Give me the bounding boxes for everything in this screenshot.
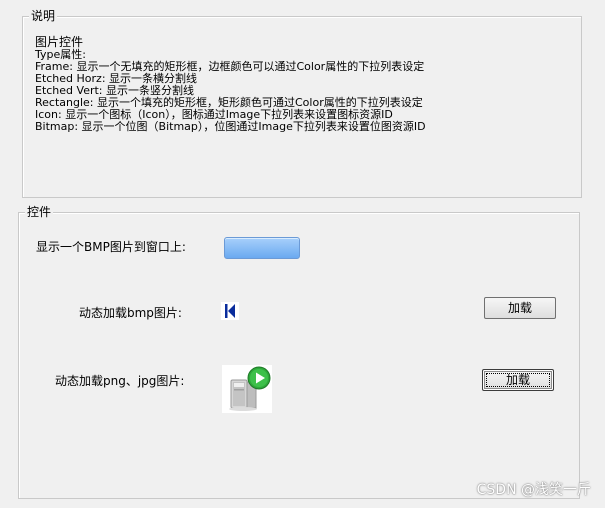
focus-indicator	[486, 373, 550, 387]
bitmap-picture	[224, 237, 300, 259]
dynamic-png-label: 动态加载png、jpg图片:	[55, 374, 185, 388]
skip-back-icon	[221, 302, 239, 320]
load-png-button[interactable]: 加载	[482, 369, 554, 391]
description-group-title: 说明	[29, 8, 58, 24]
csdn-watermark: CSDN @浅笑一斤	[476, 482, 591, 498]
bmp-display-label: 显示一个BMP图片到窗口上:	[36, 240, 186, 254]
control-group-title: 控件	[25, 204, 54, 220]
dynamic-bmp-label: 动态加载bmp图片:	[79, 306, 182, 320]
description-line: Bitmap: 显示一个位图（Bitmap），位图通过Image下拉列表来设置位…	[35, 120, 426, 133]
description-groupbox: 说明 图片控件 Type属性: Frame: 显示一个无填充的矩形框，边框颜色可…	[22, 8, 582, 198]
description-text: 图片控件 Type属性: Frame: 显示一个无填充的矩形框，边框颜色可以通过…	[35, 35, 426, 133]
load-bmp-button[interactable]: 加载	[484, 297, 556, 319]
description-heading: 图片控件	[35, 35, 84, 49]
computer-play-icon	[222, 365, 272, 413]
control-groupbox: 控件 显示一个BMP图片到窗口上: 动态加载bmp图片: 加载 动态加载png、…	[18, 204, 580, 499]
